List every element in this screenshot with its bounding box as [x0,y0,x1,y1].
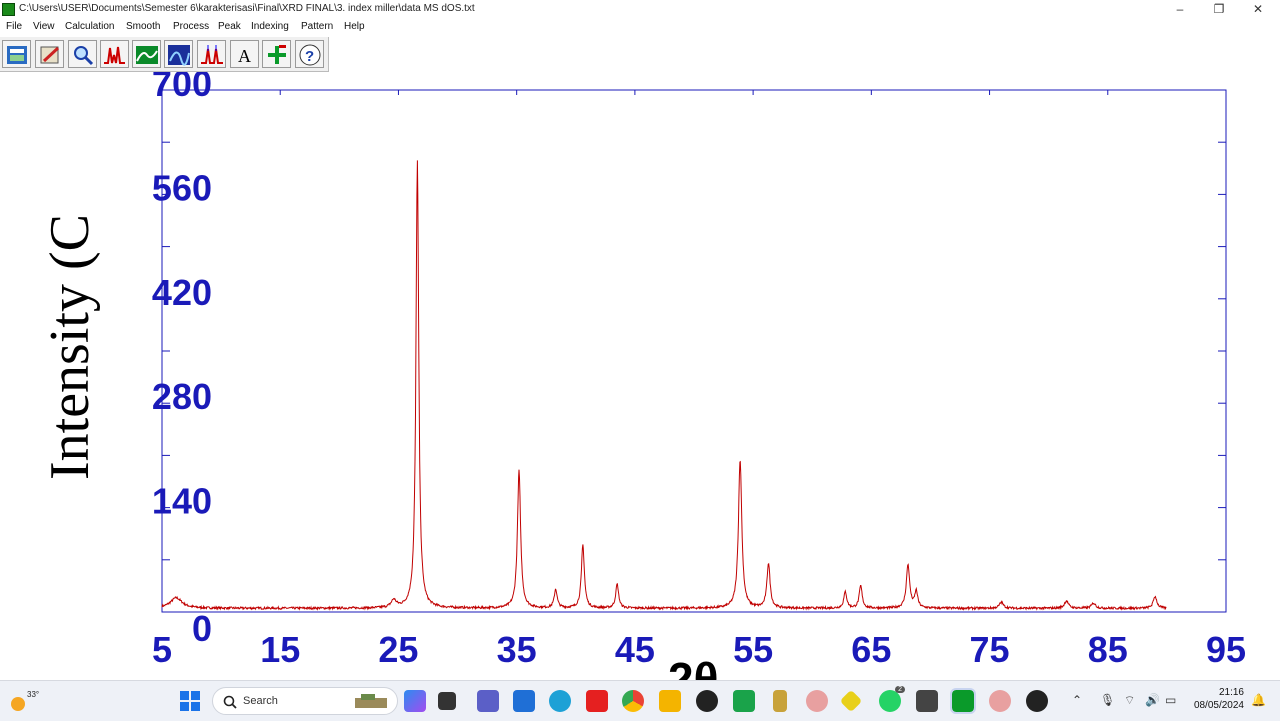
whatsapp-badge: 2 [895,686,905,693]
edit-button[interactable] [35,40,64,68]
clock-time: 21:16 [1218,687,1244,698]
zoom-button[interactable] [68,40,97,68]
pattern-button[interactable] [164,40,193,68]
app-star-icon[interactable] [696,690,718,712]
x-tick-label: 5 [152,629,172,670]
weather-widget[interactable]: 33° [8,688,40,714]
y-tick-label: 420 [152,272,212,313]
crosshair-icon [268,45,286,64]
open-file-icon [7,46,27,64]
xrd-chart: Intensity (C 5 15 25 35 45 55 65 75 85 95 0 140 280… [39,72,1246,680]
help-icon: ? [299,44,321,66]
copilot-icon[interactable] [404,690,426,712]
x-tick-label: 55 [733,629,773,670]
maximize-button[interactable]: ❐ [1199,0,1239,19]
plot-frame [161,89,1227,613]
y-tick-label: 560 [152,167,212,208]
x-axis-label: 2θ [668,653,718,680]
menu-indexing[interactable]: Indexing [251,21,289,32]
search-highlight-icon [355,694,387,708]
crosshair-button[interactable] [262,40,291,68]
text-button[interactable]: A [230,40,259,68]
series-line [161,160,1167,611]
peak-search-button[interactable] [197,40,226,68]
x-tick-label: 35 [497,629,537,670]
svg-text:A: A [238,46,251,66]
menu-calculation[interactable]: Calculation [65,21,114,32]
whatsapp-icon[interactable]: 2 [879,686,905,712]
x-tick-label: 45 [615,629,655,670]
x-tick-label: 85 [1088,629,1128,670]
app-pink2-icon[interactable] [989,690,1011,712]
x-tick-label: 25 [378,629,418,670]
y-tick-label: 700 [152,72,212,104]
menu-process[interactable]: Process [173,21,209,32]
y-tick-label: 280 [152,376,212,417]
peak-icon [104,46,125,64]
wifi-icon[interactable]: ⌔ [1124,693,1135,708]
y-tick-label: 140 [152,481,212,522]
smooth-button[interactable] [132,40,161,68]
menu-bar: File View Calculation Smooth Process Pea… [0,19,1280,36]
x-tick-label: 75 [970,629,1010,670]
close-button[interactable]: ✕ [1238,0,1278,19]
app-pink-icon[interactable] [806,690,828,712]
tray-overflow-icon[interactable]: ⌃ [1072,693,1082,707]
app-green-hex-icon[interactable] [733,690,755,712]
chrome-icon[interactable] [622,690,644,712]
eps-icon[interactable] [916,690,938,712]
menu-file[interactable]: File [6,21,22,32]
taskbar: 33° Search 2 ⌃ 🎙 ⌔ 🔊 ▭ 21:16 08/05/2024 … [0,680,1280,721]
peak-search-icon [201,45,223,64]
app-microscope-icon[interactable] [773,690,787,712]
minimize-button[interactable]: – [1160,0,1200,19]
notification-bell-icon[interactable]: 🔔 [1251,693,1266,707]
x-tick-label: 65 [851,629,891,670]
svg-text:?: ? [305,48,314,65]
menu-help[interactable]: Help [344,21,365,32]
text-icon: A [238,46,251,66]
search-label: Search [243,695,278,707]
teams-icon[interactable] [477,690,499,712]
smooth-icon [136,46,158,64]
edge-icon[interactable] [549,690,571,712]
weather-temp: 33° [27,690,40,699]
clock[interactable]: 21:16 08/05/2024 [1194,686,1244,712]
app-icon [2,3,15,16]
toolbar: A ? [0,37,329,72]
y-tick-label: 0 [192,608,212,649]
y-axis-label: Intensity (C [39,214,101,480]
clock-date: 08/05/2024 [1193,700,1244,711]
menu-peak[interactable]: Peak [218,21,241,32]
help-button[interactable]: ? [295,40,324,68]
folder-icon[interactable] [659,690,681,712]
open-file-button[interactable] [2,40,31,68]
x-tick-label: 15 [260,629,300,670]
file-explorer-dark-icon[interactable] [438,692,456,710]
store-icon[interactable] [513,690,535,712]
x-tick-label: 95 [1206,629,1246,670]
edit-icon [40,46,60,64]
pattern-icon [168,45,190,66]
menu-view[interactable]: View [33,21,55,32]
window-title: C:\Users\USER\Documents\Semester 6\karak… [19,3,475,14]
title-bar: C:\Users\USER\Documents\Semester 6\karak… [0,0,1280,19]
battery-icon[interactable]: ▭ [1165,693,1176,707]
search-icon [223,695,237,709]
app-diamond-icon[interactable] [839,689,863,713]
youtube-icon[interactable] [586,690,608,712]
microphone-icon[interactable]: 🎙 [1100,693,1115,707]
xrd-app-icon[interactable] [950,688,976,714]
menu-pattern[interactable]: Pattern [301,21,333,32]
menu-smooth[interactable]: Smooth [126,21,160,32]
peak-button[interactable] [100,40,129,68]
volume-icon[interactable]: 🔊 [1145,693,1160,707]
app-recorder-icon[interactable] [1026,690,1048,712]
start-icon[interactable] [180,691,200,711]
zoom-icon [74,46,94,66]
taskbar-search[interactable]: Search [212,687,398,715]
